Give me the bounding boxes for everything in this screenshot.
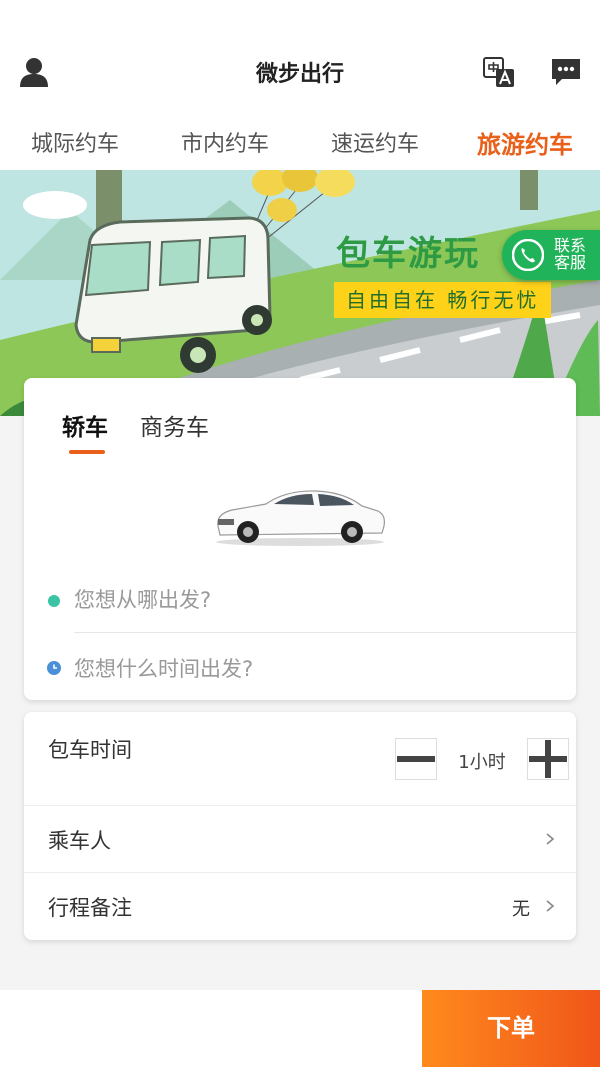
tab-express[interactable]: 速运约车 <box>300 120 450 170</box>
message-icon[interactable] <box>550 56 582 88</box>
notes-label: 行程备注 <box>48 896 132 920</box>
duration-value: 1小时 <box>458 752 506 773</box>
departure-time-input[interactable]: 您想什么时间出发? <box>24 634 576 698</box>
clock-icon <box>47 661 61 675</box>
tab-tour[interactable]: 旅游约车 <box>450 120 600 170</box>
chevron-right-icon <box>546 900 555 912</box>
decrease-button[interactable] <box>395 738 437 780</box>
tab-intercity[interactable]: 城际约车 <box>0 120 150 170</box>
start-dot-icon <box>48 595 60 607</box>
time-placeholder: 您想什么时间出发? <box>74 657 254 681</box>
tab-business-van[interactable]: 商务车 <box>140 408 209 442</box>
departure-input[interactable]: 您想从哪出发? <box>24 568 576 632</box>
top-header: 微步出行 <box>0 0 600 120</box>
translate-icon[interactable] <box>483 56 515 88</box>
field-divider <box>74 632 576 633</box>
options-card: 包车时间 1小时 乘车人 行程备注 无 <box>24 712 576 940</box>
plus-icon <box>529 740 567 778</box>
vehicle-tabs: 轿车 商务车 <box>62 408 209 442</box>
minus-icon <box>397 756 435 762</box>
tab-sedan[interactable]: 轿车 <box>62 408 108 442</box>
active-tab-indicator <box>69 450 105 454</box>
bottom-bar: 下单 <box>0 990 600 1067</box>
place-order-button[interactable]: 下单 <box>422 990 600 1067</box>
passenger-label: 乘车人 <box>48 829 111 853</box>
service-tabs: 城际约车 市内约车 速运约车 旅游约车 <box>0 120 600 170</box>
departure-placeholder: 您想从哪出发? <box>74 588 212 612</box>
duration-label: 包车时间 <box>48 738 132 762</box>
customer-service-label: 联系 客服 <box>553 236 586 272</box>
trip-notes-row[interactable]: 行程备注 无 <box>24 873 576 939</box>
banner-headline: 包车游玩 <box>336 234 480 274</box>
chevron-right-icon <box>546 833 555 845</box>
notes-value: 无 <box>512 899 530 920</box>
tab-city[interactable]: 市内约车 <box>150 120 300 170</box>
charter-duration-row: 包车时间 1小时 <box>24 712 576 805</box>
customer-service-button[interactable]: 联系 客服 <box>502 230 600 280</box>
booking-card: 轿车 商务车 您想从哪出发? 您想什么时间出发? <box>24 378 576 700</box>
app-page: 微步出行 城际约车 市内约车 速运约车 旅游约车 包车游玩 自由自在 畅行无忧 … <box>0 0 600 1067</box>
phone-icon <box>512 239 544 271</box>
car-image <box>216 490 385 546</box>
banner-slogan: 自由自在 畅行无忧 <box>334 282 552 318</box>
increase-button[interactable] <box>527 738 569 780</box>
passenger-row[interactable]: 乘车人 <box>24 806 576 872</box>
